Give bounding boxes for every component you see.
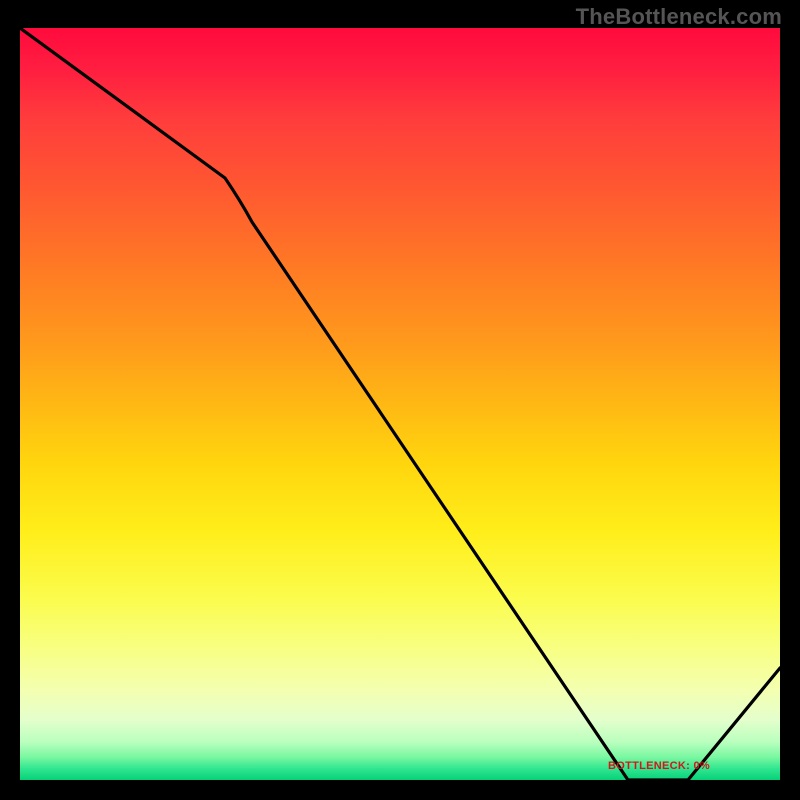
- chart-container: TheBottleneck.com BOTTLENECK: 0%: [0, 0, 800, 800]
- bottleneck-curve-path: [20, 28, 780, 780]
- line-chart-svg: [20, 28, 780, 780]
- bottleneck-zero-label: BOTTLENECK: 0%: [608, 760, 710, 772]
- plot-area: BOTTLENECK: 0%: [20, 28, 780, 780]
- watermark-text: TheBottleneck.com: [576, 4, 782, 30]
